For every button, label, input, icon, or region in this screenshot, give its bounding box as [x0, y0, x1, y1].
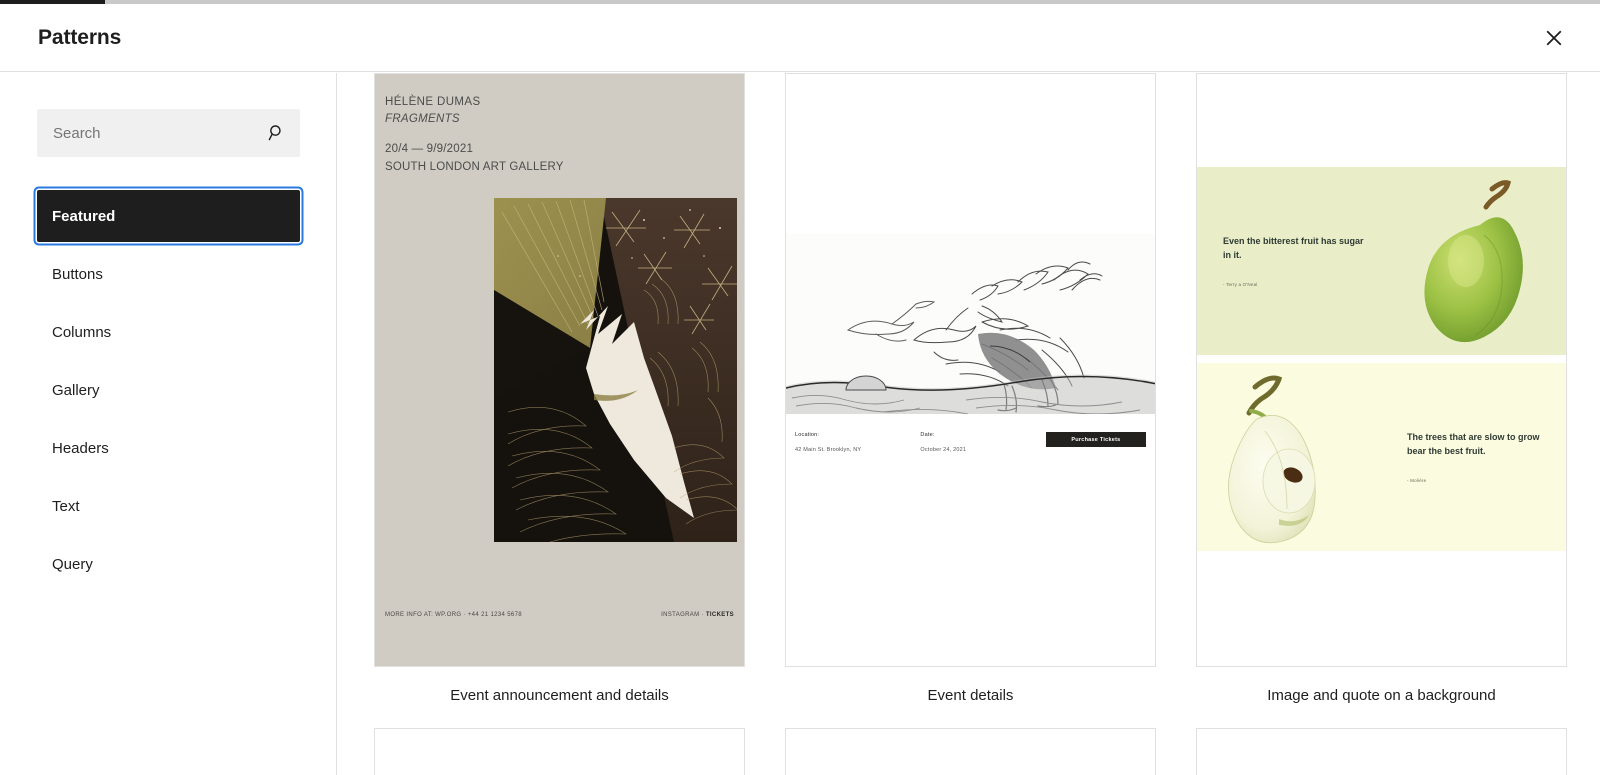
pattern-card[interactable]: Location: 42 Main St. Brooklyn, NY Date:… — [785, 73, 1156, 704]
pattern-card[interactable] — [1196, 728, 1567, 775]
sidebar-item-label: Featured — [52, 207, 116, 225]
sidebar-item-label: Headers — [52, 439, 109, 457]
pattern-card[interactable] — [785, 728, 1156, 775]
quote-text: The trees that are slow to grow bear the… — [1407, 432, 1540, 456]
event-location-label: Location: — [795, 432, 820, 438]
sidebar-item-label: Query — [52, 555, 93, 573]
modal-body: Featured Buttons Columns Gallery Headers… — [0, 73, 1600, 775]
halved-pear-image — [1221, 369, 1386, 545]
category-list: Featured Buttons Columns Gallery Headers… — [37, 190, 300, 590]
quote-block-green: Even the bitterest fruit has sugar in it… — [1197, 167, 1566, 355]
pattern-title: Image and quote on a background — [1267, 687, 1496, 704]
poster-footer-social: INSTAGRAM · — [661, 612, 706, 618]
pattern-card[interactable]: HÉLÈNE DUMAS FRAGMENTS 20/4 — 9/9/2021 S… — [374, 73, 745, 704]
pattern-preview-image-quote[interactable]: Even the bitterest fruit has sugar in it… — [1196, 73, 1567, 667]
poster-artist-name: HÉLÈNE DUMAS — [385, 96, 481, 108]
modal-header: Patterns — [0, 4, 1600, 72]
quote-block-cream: The trees that are slow to grow bear the… — [1197, 363, 1566, 551]
whole-pear-image — [1388, 177, 1548, 347]
search-field-wrapper[interactable] — [37, 109, 300, 157]
pattern-preview-placeholder[interactable] — [1196, 728, 1567, 775]
sidebar: Featured Buttons Columns Gallery Headers… — [0, 73, 337, 775]
poster-footer-contact: MORE INFO AT: WP.ORG · +44 21 1234 5678 — [385, 612, 522, 618]
pattern-preview-placeholder[interactable] — [374, 728, 745, 775]
sidebar-item-gallery[interactable]: Gallery — [37, 364, 300, 416]
sidebar-item-label: Text — [52, 497, 80, 515]
quote-text: Even the bitterest fruit has sugar in it… — [1223, 236, 1364, 260]
search-input[interactable] — [37, 109, 300, 157]
image-quote-layout: Even the bitterest fruit has sugar in it… — [1197, 74, 1566, 666]
poster-exhibition-title: FRAGMENTS — [385, 112, 460, 125]
pattern-title: Event announcement and details — [450, 687, 669, 704]
sidebar-item-headers[interactable]: Headers — [37, 422, 300, 474]
event-date-label: Date: — [920, 432, 935, 438]
sidebar-item-featured[interactable]: Featured — [37, 190, 300, 242]
close-button[interactable] — [1536, 20, 1572, 56]
event-date-column: Date: October 24, 2021 — [920, 432, 1045, 453]
pattern-card[interactable] — [374, 728, 745, 775]
event-details-illustration — [786, 234, 1155, 414]
sidebar-item-label: Gallery — [52, 381, 100, 399]
pattern-preview-event-details[interactable]: Location: 42 Main St. Brooklyn, NY Date:… — [785, 73, 1156, 667]
event-location-column: Location: 42 Main St. Brooklyn, NY — [795, 432, 920, 453]
sidebar-item-buttons[interactable]: Buttons — [37, 248, 300, 300]
poster-dates: 20/4 — 9/9/2021 — [385, 143, 474, 156]
sidebar-item-query[interactable]: Query — [37, 538, 300, 590]
event-details-meta: Location: 42 Main St. Brooklyn, NY Date:… — [795, 432, 1146, 453]
poster-footer: MORE INFO AT: WP.ORG · +44 21 1234 5678 … — [385, 612, 734, 618]
sidebar-item-label: Columns — [52, 323, 112, 341]
quote-citation: - Molière — [1407, 477, 1427, 483]
quote-text-wrapper: The trees that are slow to grow bear the… — [1407, 431, 1549, 482]
close-icon — [1546, 30, 1562, 45]
event-announcement-poster: HÉLÈNE DUMAS FRAGMENTS 20/4 — 9/9/2021 S… — [375, 74, 744, 666]
search-icon — [267, 123, 287, 143]
page-title: Patterns — [38, 25, 122, 49]
sidebar-item-label: Buttons — [52, 265, 103, 283]
quote-text-wrapper: Even the bitterest fruit has sugar in it… — [1223, 235, 1365, 286]
pattern-preview-event-announcement[interactable]: HÉLÈNE DUMAS FRAGMENTS 20/4 — 9/9/2021 S… — [374, 73, 745, 667]
pattern-grid-container: HÉLÈNE DUMAS FRAGMENTS 20/4 — 9/9/2021 S… — [337, 73, 1600, 775]
poster-footer-tickets: TICKETS — [705, 612, 734, 618]
pattern-title: Event details — [927, 687, 1014, 704]
poster-artwork-image — [494, 198, 737, 542]
pattern-card[interactable]: Even the bitterest fruit has sugar in it… — [1196, 73, 1567, 704]
event-location-value: 42 Main St. Brooklyn, NY — [795, 447, 862, 453]
pattern-grid: HÉLÈNE DUMAS FRAGMENTS 20/4 — 9/9/2021 S… — [374, 73, 1567, 775]
purchase-tickets-button[interactable]: Purchase Tickets — [1045, 432, 1146, 447]
poster-venue: SOUTH LONDON ART GALLERY — [385, 160, 564, 173]
sidebar-item-text[interactable]: Text — [37, 480, 300, 532]
quote-citation: - Terry a O'Neal — [1223, 281, 1258, 287]
pattern-preview-placeholder[interactable] — [785, 728, 1156, 775]
event-date-value: October 24, 2021 — [920, 447, 967, 453]
event-details-layout: Location: 42 Main St. Brooklyn, NY Date:… — [786, 74, 1155, 666]
poster-footer-links: INSTAGRAM · TICKETS — [661, 612, 734, 618]
sidebar-item-columns[interactable]: Columns — [37, 306, 300, 358]
